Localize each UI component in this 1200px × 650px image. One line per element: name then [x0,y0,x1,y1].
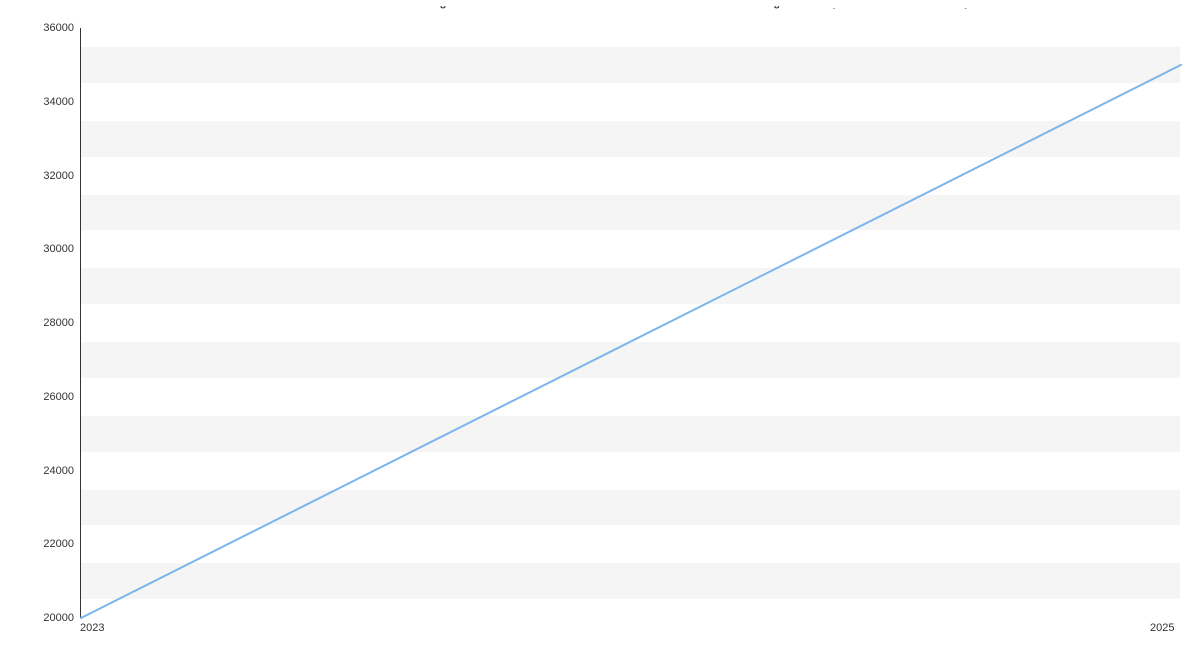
y-tick-label: 30000 [4,243,74,255]
plot-area [80,28,1180,618]
y-tick-label: 20000 [4,612,74,624]
y-tick-label: 32000 [4,170,74,182]
y-tick-label: 22000 [4,538,74,550]
y-tick-label: 36000 [4,22,74,34]
series-line [81,65,1181,618]
x-tick-label: 2023 [80,622,104,634]
chart-container: ЗАРПЛАТА В ИНДИВИДУАЛЬНЫЙ ПРЕДПРИНИМАТЕЛ… [0,0,1200,650]
y-tick-label: 34000 [4,96,74,108]
y-tick-label: 28000 [4,317,74,329]
line-layer [81,28,1180,617]
y-tick-label: 24000 [4,465,74,477]
x-tick-label: 2025 [1150,622,1174,634]
y-tick-label: 26000 [4,391,74,403]
